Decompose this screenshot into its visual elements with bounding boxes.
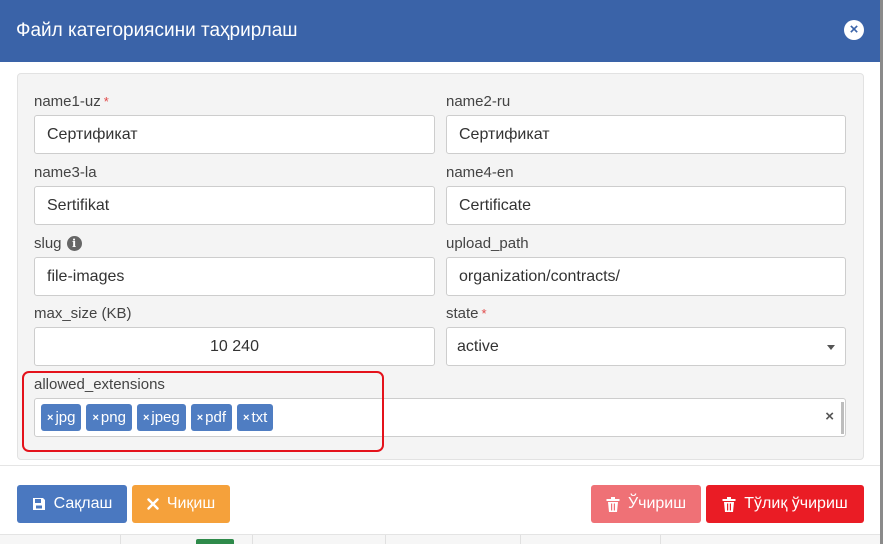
delete-full-button[interactable]: Тўлиқ ўчириш (706, 485, 864, 523)
remove-tag-icon[interactable]: × (92, 412, 98, 424)
tag-txt: × txt (237, 404, 274, 431)
name3-la-input[interactable]: Sertifikat (34, 186, 435, 225)
tag-png: × png (86, 404, 132, 431)
exit-button[interactable]: Чиқиш (132, 485, 230, 523)
background-badge (196, 539, 234, 544)
edit-file-category-modal: Файл категориясини таҳрирлаш × name1-uz *… (0, 0, 880, 544)
footer-divider (0, 465, 880, 466)
modal-title: Файл категориясини таҳрирлаш (16, 20, 298, 41)
slug-input[interactable]: file-images (34, 257, 435, 296)
background-table-edge (0, 534, 880, 544)
remove-tag-icon[interactable]: × (243, 412, 249, 424)
tag-pdf: × pdf (190, 404, 233, 431)
times-icon (147, 498, 159, 510)
allowed-extensions-label: allowed_extensions (34, 376, 165, 393)
allowed-extensions-input[interactable]: × jpg × png × jpeg × pdf × txt × (34, 398, 846, 437)
name2-ru-input[interactable]: Сертификат (446, 115, 846, 154)
max-size-input[interactable]: 10 240 (34, 327, 435, 366)
name1-uz-input[interactable]: Сертификат (34, 115, 435, 154)
modal-header: Файл категориясини таҳрирлаш × (0, 0, 880, 62)
upload-path-input[interactable]: organization/contracts/ (446, 257, 846, 296)
exit-label: Чиқиш (166, 495, 216, 512)
caret-down-icon (827, 345, 835, 350)
state-select[interactable]: active (446, 327, 846, 366)
delete-full-label: Тўлиқ ўчириш (744, 495, 848, 512)
name2-label: name2-ru (446, 93, 511, 110)
tag-jpg: × jpg (41, 404, 82, 431)
tag-jpeg: × jpeg (136, 404, 186, 431)
delete-button[interactable]: Ўчириш (591, 485, 701, 523)
name1-label: name1-uz * (34, 93, 109, 110)
clear-all-icon[interactable]: × (825, 408, 834, 425)
name4-en-input[interactable]: Certificate (446, 186, 846, 225)
remove-tag-icon[interactable]: × (47, 412, 53, 424)
max-size-label: max_size (KB) (34, 305, 132, 322)
name4-label: name4-en (446, 164, 514, 181)
state-label: state * (446, 305, 487, 322)
save-button[interactable]: Сақлаш (17, 485, 127, 523)
trash-icon (722, 496, 736, 512)
remove-tag-icon[interactable]: × (143, 412, 149, 424)
required-marker: * (103, 94, 109, 109)
slug-label: slug i (34, 235, 82, 252)
delete-label: Ўчириш (627, 495, 687, 512)
floppy-disk-icon (32, 497, 46, 511)
upload-path-label: upload_path (446, 235, 529, 252)
info-icon[interactable]: i (66, 236, 82, 251)
save-label: Сақлаш (53, 495, 113, 512)
close-icon[interactable]: × (844, 20, 864, 40)
required-marker: * (481, 306, 487, 321)
remove-tag-icon[interactable]: × (197, 412, 203, 424)
name3-label: name3-la (34, 164, 97, 181)
trash-icon (606, 496, 620, 512)
